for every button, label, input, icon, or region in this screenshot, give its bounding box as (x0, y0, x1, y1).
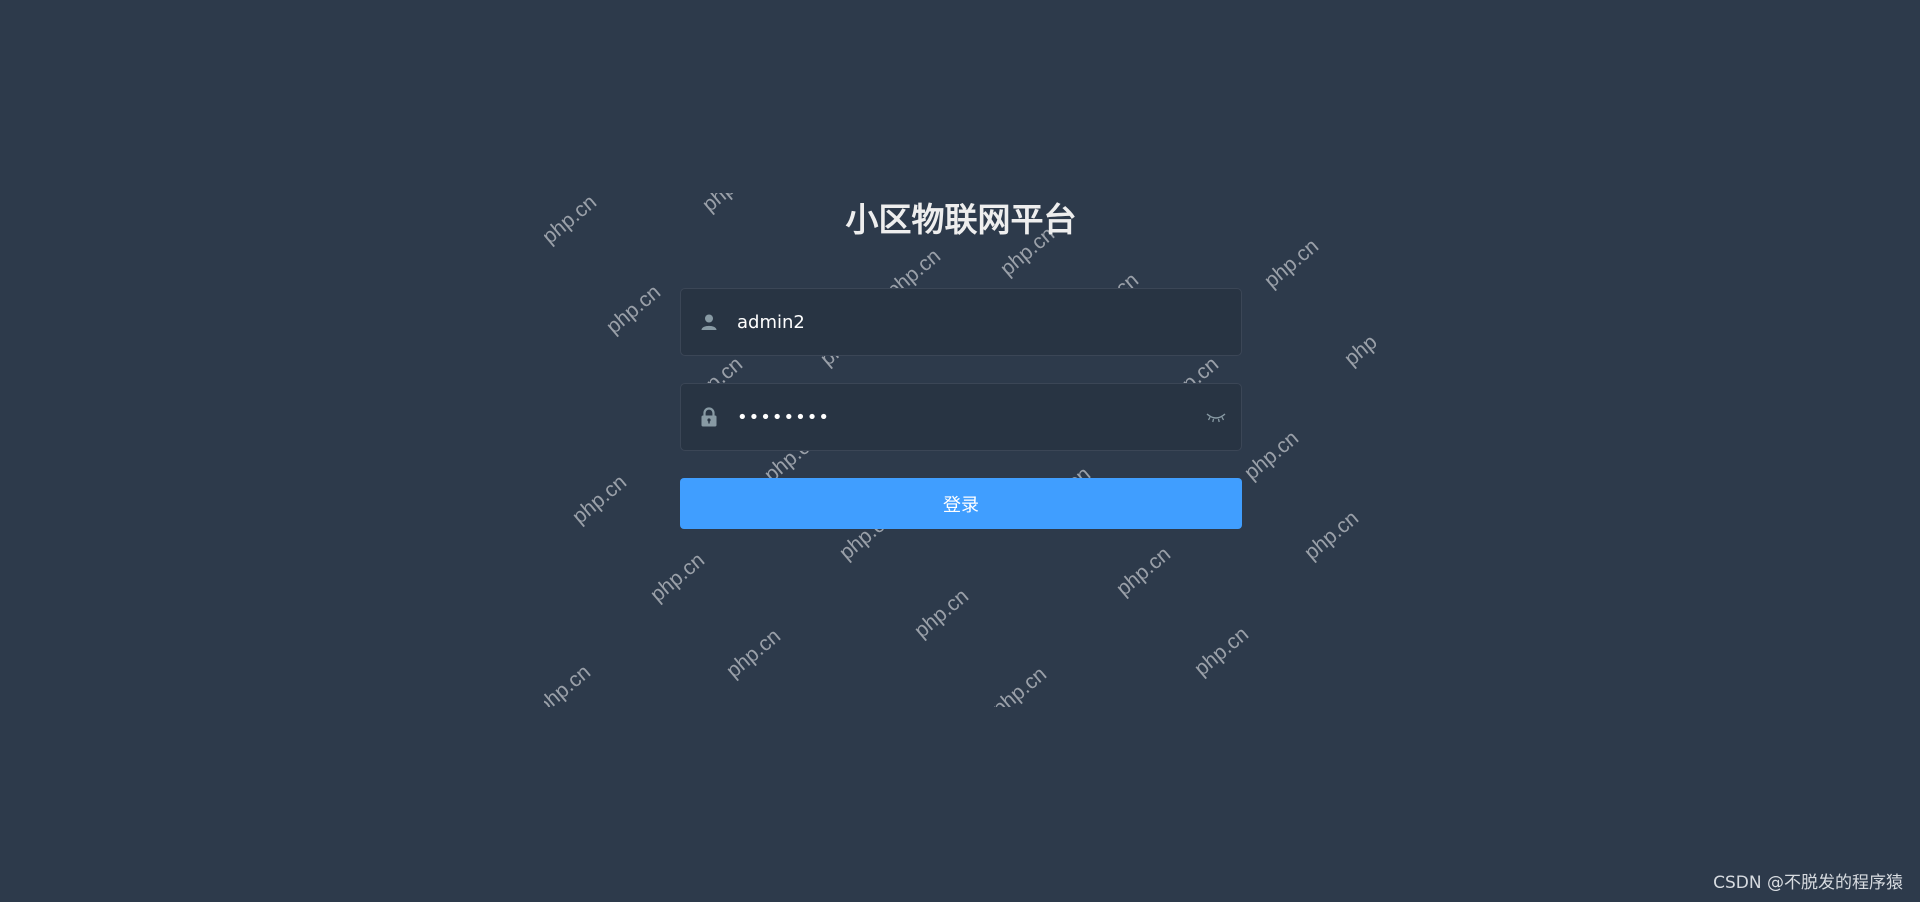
eye-closed-icon[interactable] (1203, 407, 1229, 427)
watermark: php.cn (1112, 542, 1176, 601)
watermark: php.cn (544, 660, 596, 707)
lock-icon (695, 403, 723, 431)
watermark: php.cn (1260, 700, 1324, 707)
user-icon (695, 308, 723, 336)
watermark: php.cn (568, 470, 632, 529)
watermark: php.cn (798, 700, 862, 707)
login-button[interactable]: 登录 (680, 478, 1242, 529)
watermark: php.cn (1340, 312, 1376, 371)
watermark: php.cn (1260, 234, 1324, 293)
watermark: php.cn (1190, 622, 1254, 681)
watermark: php.cn (1240, 426, 1304, 485)
watermark: php.cn (646, 548, 710, 607)
watermark: php.cn (722, 624, 786, 683)
watermark: php.cn (1300, 506, 1364, 565)
footer-credit: CSDN @不脱发的程序猿 (1713, 873, 1903, 893)
watermark: php.cn (988, 662, 1052, 707)
login-form: 小区物联网平台 admin2 •••••••• 登录 (680, 196, 1242, 536)
watermark: php.cn (602, 280, 666, 339)
login-page: php.cn php.cn php.cn php.cn php.cn php.c… (0, 0, 1920, 902)
username-input[interactable] (737, 289, 1241, 355)
watermark: php.cn (910, 584, 974, 643)
page-title: 小区物联网平台 (845, 200, 1077, 239)
password-input[interactable] (737, 384, 1203, 450)
password-field[interactable] (680, 383, 1242, 451)
username-field[interactable] (680, 288, 1242, 356)
watermark: php.cn (544, 193, 602, 249)
